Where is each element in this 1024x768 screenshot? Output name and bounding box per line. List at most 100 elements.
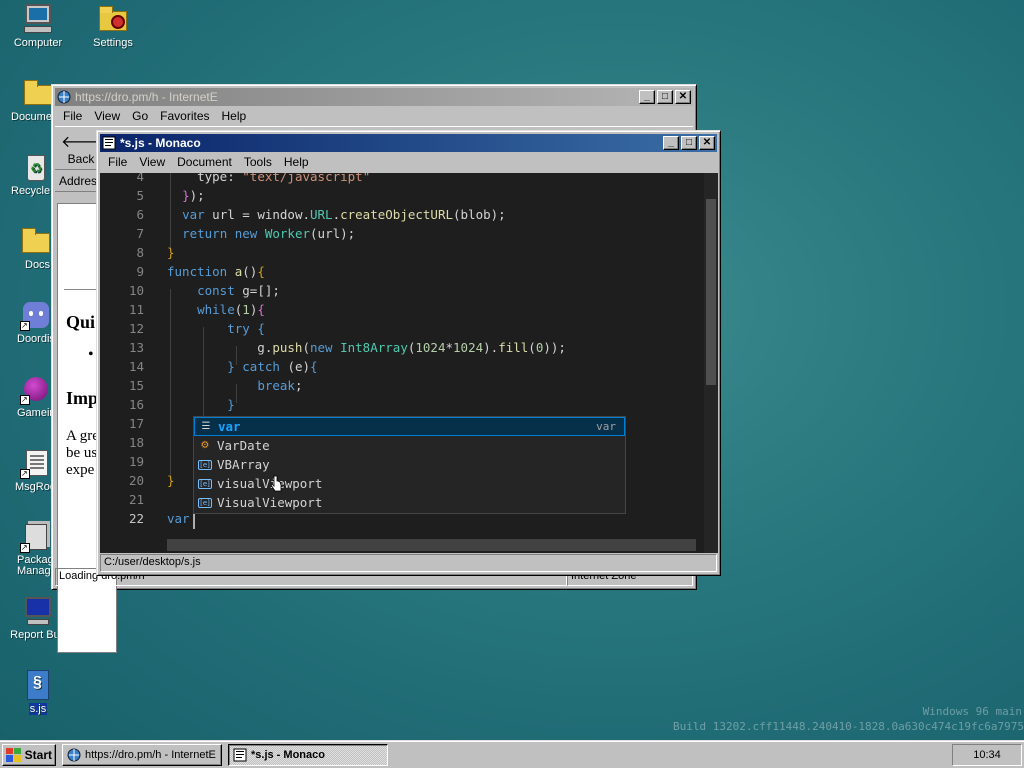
ie-globe-icon (67, 748, 81, 762)
code-line-6: var url = window.URL.createObjectURL(blo… (182, 207, 506, 222)
menu-favorites[interactable]: Favorites (154, 107, 215, 125)
line-number: 5 (136, 188, 144, 203)
close-button[interactable]: ✕ (699, 136, 715, 150)
variable-icon: [e] (198, 478, 212, 489)
start-label: Start (24, 747, 52, 762)
gamein-icon (20, 373, 52, 405)
suggestion-item[interactable]: ⚙ VarDate (194, 436, 625, 455)
horizontal-scrollbar[interactable] (167, 539, 696, 551)
maximize-button[interactable]: □ (681, 136, 697, 150)
code-editor[interactable]: 4 5 6 7 8 9 10 11 12 13 14 15 16 17 18 19 20 21 22 type: "… (100, 173, 718, 553)
code-line-8: } (167, 245, 175, 260)
desktop-icon-sjs[interactable]: s.js (0, 669, 76, 715)
code-line-13: g.push(new Int8Array(1024*1024).fill(0))… (167, 340, 566, 355)
back-button[interactable]: 🡐 Back (61, 131, 104, 166)
taskbar-item-internet-explorer[interactable]: https://dro.pm/h - InternetE (62, 743, 222, 766)
line-number: 11 (128, 302, 144, 317)
desktop-icon-gamein[interactable]: Gamein (0, 373, 52, 419)
taskbar: Start https://dro.pm/h - InternetE *s.js… (0, 740, 1024, 768)
menu-file[interactable]: File (57, 107, 88, 125)
page-heading: Qui (66, 312, 96, 332)
folder-icon (20, 225, 52, 257)
desktop-icon-msgroom[interactable]: MsgRoo (0, 447, 52, 493)
scrollbar-thumb[interactable] (706, 199, 716, 385)
desktop-icon-label: Settings (93, 37, 133, 49)
monaco-titlebar[interactable]: *s.js - Monaco _ □ ✕ (100, 134, 717, 152)
suggestion-label: VBArray (217, 457, 270, 472)
desktop-icon-docs[interactable]: Docs (0, 225, 52, 271)
maximize-button[interactable]: □ (657, 90, 673, 104)
ie-title: https://dro.pm/h - InternetE (75, 90, 218, 104)
back-label: Back (67, 151, 95, 166)
suggestion-detail: var (596, 420, 616, 433)
windows-logo-icon (6, 747, 21, 762)
menu-tools[interactable]: Tools (238, 153, 278, 171)
code-line-20: } (167, 473, 175, 488)
start-button[interactable]: Start (2, 743, 56, 766)
menu-go[interactable]: Go (126, 107, 154, 125)
suggestion-item[interactable]: [e] VisualViewport (194, 493, 625, 512)
desktop-icon-documents[interactable]: Docume (0, 77, 52, 123)
code-line-7: return new Worker(url); (182, 226, 356, 241)
minimize-button[interactable]: _ (663, 136, 679, 150)
taskbar-item-monaco[interactable]: *s.js - Monaco (228, 743, 388, 766)
menu-help[interactable]: Help (216, 107, 253, 125)
line-number: 13 (128, 340, 144, 355)
desktop-icon-label: Recycle (11, 185, 51, 197)
monaco-menubar: File View Document Tools Help (100, 152, 717, 172)
build-watermark-line2: Build 13202.cff11448.240410-1828.0a630c4… (673, 720, 1024, 733)
close-button[interactable]: ✕ (675, 90, 691, 104)
desktop-icon-label: s.js (28, 703, 48, 715)
folder-icon (22, 77, 52, 109)
ie-menubar: File View Go Favorites Help (55, 106, 693, 126)
taskbar-clock: 10:34 (952, 743, 1022, 766)
desktop-icon-label: Gamein (17, 407, 52, 419)
desktop-icon-settings[interactable]: Settings (75, 3, 151, 49)
menu-file[interactable]: File (102, 153, 133, 171)
suggestion-item[interactable]: [e] VBArray (194, 455, 625, 474)
ie-titlebar[interactable]: https://dro.pm/h - InternetE _ □ ✕ (55, 88, 693, 106)
monaco-editor-window[interactable]: *s.js - Monaco _ □ ✕ File View Document … (96, 130, 721, 576)
line-number: 7 (136, 226, 144, 241)
monaco-title: *s.js - Monaco (120, 136, 201, 150)
desktop-icon-package-manager[interactable]: Packag Manag (0, 521, 52, 577)
desktop-icon-label: MsgRoo (15, 481, 52, 493)
desktop-icon-label: Doordis (17, 333, 52, 345)
desktop-icon-recycle[interactable]: Recycle (0, 151, 52, 197)
code-line-4: type: "text/javascript" (197, 173, 371, 184)
vertical-scrollbar[interactable] (704, 173, 718, 553)
taskbar-item-label: https://dro.pm/h - InternetE (85, 748, 216, 761)
keyword-icon: ☰ (201, 420, 211, 432)
discord-icon (20, 299, 52, 331)
suggestion-item[interactable]: ☰ var var (194, 417, 625, 436)
taskbar-item-label: *s.js - Monaco (251, 748, 325, 761)
js-file-icon (22, 669, 54, 701)
editor-icon (102, 136, 116, 150)
menu-help[interactable]: Help (278, 153, 315, 171)
suggestion-label: var (218, 419, 241, 434)
minimize-button[interactable]: _ (639, 90, 655, 104)
menu-document[interactable]: Document (171, 153, 238, 171)
recycle-bin-icon (20, 151, 52, 183)
line-number: 18 (128, 435, 144, 450)
code-line-15: break; (257, 378, 303, 393)
autocomplete-widget[interactable]: ☰ var var ⚙ VarDate [e] VBArray [e] visu… (193, 416, 626, 514)
code-line-22: var (167, 511, 190, 526)
line-number: 21 (128, 492, 144, 507)
menu-view[interactable]: View (133, 153, 171, 171)
code-line-11: while(1){ (197, 302, 265, 317)
suggestion-label: VisualViewport (217, 495, 323, 510)
line-number: 16 (128, 397, 144, 412)
desktop-icon-label: Docume (11, 111, 52, 123)
menu-view[interactable]: View (88, 107, 126, 125)
line-number: 17 (128, 416, 144, 431)
desktop-icon-label: Docs (25, 259, 51, 271)
line-number: 10 (128, 283, 144, 298)
suggestion-item[interactable]: [e] visualViewport (194, 474, 625, 493)
line-number: 14 (128, 359, 144, 374)
code-line-12: try { (227, 321, 265, 336)
desktop-icon-doordis[interactable]: Doordis (0, 299, 52, 345)
package-manager-icon (20, 521, 52, 553)
line-number: 6 (136, 207, 144, 222)
desktop-icon-computer[interactable]: Computer (0, 3, 76, 49)
